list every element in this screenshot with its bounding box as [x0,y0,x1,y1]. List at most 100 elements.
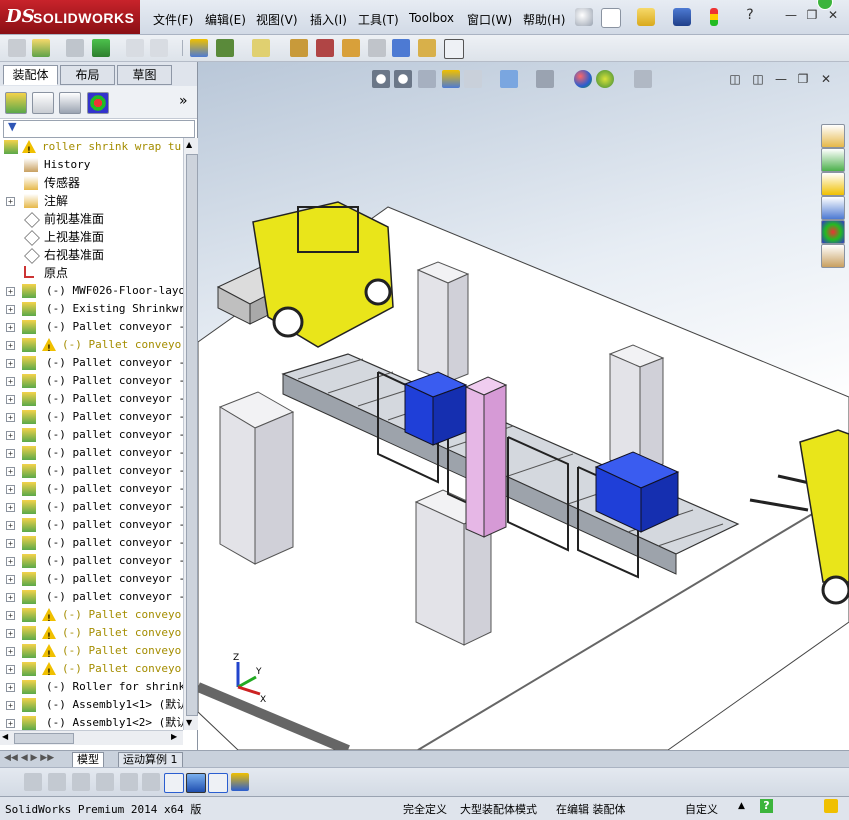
reference-geometry-icon[interactable] [252,39,270,57]
tab-model[interactable]: 模型 [72,752,104,768]
tree-item[interactable]: +! (-) Pallet conveyor [0,660,183,678]
grid-view-icon[interactable] [120,773,138,791]
tree-item[interactable]: + (-) Pallet conveyor -15 [0,390,183,408]
expand-toggle-icon[interactable]: + [6,395,15,404]
scroll-right-icon[interactable]: ▶ [171,732,177,741]
tab-sketch[interactable]: 草图 [117,65,172,85]
rebuild-traffic-light-icon[interactable] [710,8,718,26]
menu-edit[interactable]: 编辑(E) [205,11,246,28]
configuration-manager-icon[interactable] [59,92,81,114]
expand-toggle-icon[interactable]: + [6,485,15,494]
tree-item[interactable]: + (-) MWF026-Floor-layout [0,282,183,300]
expand-toggle-icon[interactable]: + [6,341,15,350]
tree-item[interactable]: 原点 [0,264,183,282]
tree-item[interactable]: + (-) pallet conveyor - L [0,462,183,480]
tree-item[interactable]: 前视基准面 [0,210,183,228]
tree-horizontal-scrollbar[interactable]: ◀ ▶ [0,730,183,745]
solidworks-logo[interactable]: DS SOLIDWORKS [0,0,140,34]
status-help-icon[interactable]: ? [760,799,773,813]
view-palette-icon[interactable] [821,196,845,220]
tree-item[interactable]: + (-) Pallet conveyor -15 [0,408,183,426]
tab-nav-icon[interactable]: ◀◀ ◀ ▶ ▶▶ [4,753,54,763]
expand-toggle-icon[interactable]: + [6,197,15,206]
tree-item[interactable]: +! (-) Pallet conveyor [0,624,183,642]
tree-item[interactable]: + (-) Existing Shrinkwrap [0,300,183,318]
expand-toggle-icon[interactable]: + [6,521,15,530]
tab-layout[interactable]: 布局 [60,65,115,85]
tree-item[interactable]: 上视基准面 [0,228,183,246]
file-explorer-icon[interactable] [821,172,845,196]
tree-item[interactable]: + (-) Pallet conveyor -15 [0,372,183,390]
expand-toggle-icon[interactable]: + [6,575,15,584]
large-assembly-mode-icon[interactable] [444,39,464,59]
tree-item[interactable]: + (-) pallet conveyor - L [0,570,183,588]
show-hidden-icon[interactable] [190,39,208,57]
tree-item[interactable]: + (-) Assembly1<1> (默认< [0,696,183,714]
tree-item[interactable]: + (-) Assembly1<2> (默认< [0,714,183,730]
assembly-command-icon[interactable] [8,39,26,57]
minimize-icon[interactable]: — [784,8,798,22]
photo-render-icon[interactable] [231,773,249,791]
smart-fasteners-icon[interactable] [126,39,144,57]
expand-toggle-icon[interactable]: + [6,719,15,728]
expand-toggle-icon[interactable]: + [6,629,15,638]
expand-toggle-icon[interactable]: + [6,467,15,476]
tree-item[interactable]: History [0,156,183,174]
tree-item[interactable]: +! (-) Pallet conveyor [0,336,183,354]
table-icon[interactable] [208,773,228,793]
align-icon[interactable] [142,773,160,791]
expand-panel-icon[interactable]: » [179,93,188,109]
expand-toggle-icon[interactable]: + [6,449,15,458]
tree-filter[interactable]: ▼ [3,120,195,138]
feature-manager-tree-icon[interactable] [5,92,27,114]
tab-motion-study[interactable]: 运动算例 1 [118,752,183,768]
save-icon[interactable] [673,8,691,26]
design-library-icon[interactable] [821,148,845,172]
tree-item[interactable]: + (-) pallet conveyor - L [0,552,183,570]
tab-assembly[interactable]: 装配体 [3,65,58,85]
expand-toggle-icon[interactable]: + [6,665,15,674]
tree-item[interactable]: + (-) pallet conveyor - L [0,534,183,552]
tree-item[interactable]: +! (-) Pallet conveyor [0,606,183,624]
sketch-axes-icon[interactable] [164,773,184,793]
expand-toggle-icon[interactable]: + [6,539,15,548]
tree-item[interactable]: + (-) pallet conveyor - L [0,516,183,534]
expand-toggle-icon[interactable]: + [6,701,15,710]
expand-toggle-icon[interactable]: + [6,647,15,656]
explode-line-sketch-icon[interactable] [368,39,386,57]
expand-toggle-icon[interactable]: + [6,305,15,314]
tree-vertical-scrollbar[interactable]: ▲ ▼ [183,138,198,730]
tree-item[interactable]: + (-) Pallet conveyor -15 [0,318,183,336]
list-view-icon[interactable] [96,773,114,791]
mate-icon[interactable] [66,39,84,57]
expand-toggle-icon[interactable]: + [6,683,15,692]
tree-item[interactable]: + (-) pallet conveyor - L [0,588,183,606]
expand-toggle-icon[interactable]: + [6,413,15,422]
insert-component-icon[interactable] [32,39,50,57]
tree-item[interactable]: + (-) pallet conveyor - L [0,426,183,444]
custom-properties-icon[interactable] [821,244,845,268]
tree-item[interactable]: + 注解 [0,192,183,210]
tree-item[interactable]: + (-) pallet conveyor - L [0,498,183,516]
instant3d-icon[interactable] [418,39,436,57]
bill-of-materials-icon[interactable] [316,39,334,57]
expand-toggle-icon[interactable]: + [6,593,15,602]
new-motion-study-icon[interactable] [290,39,308,57]
restore-icon[interactable]: ❐ [805,8,819,22]
menu-toolbox[interactable]: Toolbox [409,11,454,25]
linear-pattern-icon[interactable] [92,39,110,57]
display-manager-icon[interactable] [87,92,109,114]
solidworks-resources-icon[interactable] [821,124,845,148]
wireframe-icon[interactable] [72,773,90,791]
expand-toggle-icon[interactable]: + [6,503,15,512]
expand-toggle-icon[interactable]: + [6,611,15,620]
tree-item[interactable]: 传感器 [0,174,183,192]
menu-help[interactable]: 帮助(H) [523,11,565,28]
expand-toggle-icon[interactable]: + [6,287,15,296]
expand-toggle-icon[interactable]: + [6,323,15,332]
pin-icon[interactable] [575,8,593,26]
close-icon[interactable]: ✕ [826,8,840,22]
shaded-with-edges-icon[interactable] [186,773,206,793]
open-folder-icon[interactable] [637,8,655,26]
expand-toggle-icon[interactable]: + [6,557,15,566]
